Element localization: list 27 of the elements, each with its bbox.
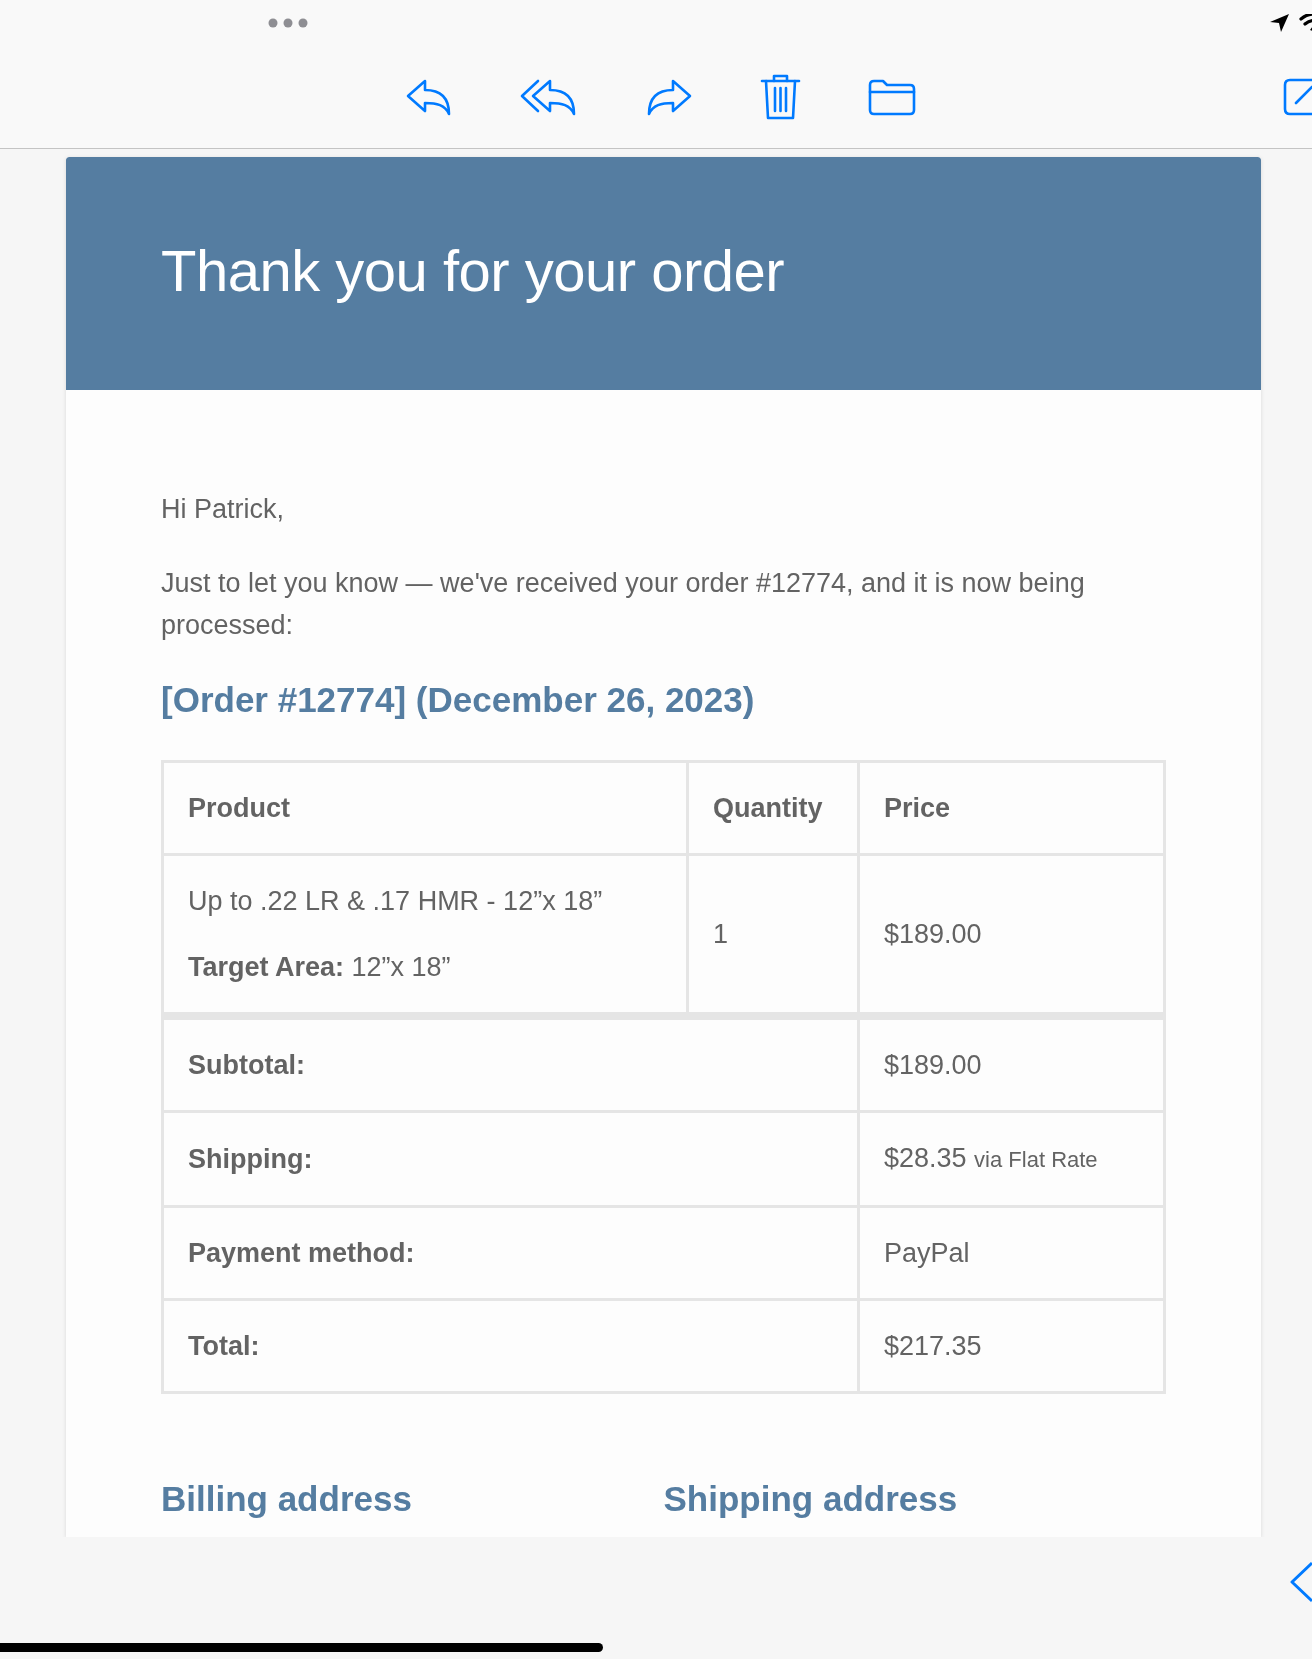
- reply-all-icon[interactable]: [520, 77, 578, 117]
- column-header: Price: [858, 761, 1165, 855]
- column-header: Quantity: [687, 761, 859, 855]
- column-header: Product: [162, 761, 688, 855]
- intro-paragraph: Just to let you know — we've received your order #12774, and it is now being processed:: [161, 567, 1086, 642]
- table-cell: Shipping:: [162, 1111, 859, 1207]
- compose-icon[interactable]: [1283, 78, 1312, 116]
- table-cell: $217.35: [858, 1299, 1165, 1393]
- reply-icon[interactable]: [405, 77, 453, 117]
- greeting-text: Hi Patrick,: [161, 493, 286, 526]
- trash-icon[interactable]: [760, 73, 801, 121]
- location-arrow-icon: [1270, 14, 1289, 32]
- forward-icon[interactable]: [645, 77, 693, 117]
- table-cell: PayPal: [858, 1206, 1165, 1300]
- folder-icon[interactable]: [868, 78, 916, 116]
- order-heading: [Order #12774] (December 26, 2023): [161, 679, 756, 721]
- more-dots-icon[interactable]: [268, 18, 308, 28]
- address-heading: Shipping address: [663, 1478, 959, 1520]
- wifi-icon: [1299, 14, 1312, 32]
- email-title: Thank you for your order: [161, 236, 785, 305]
- shipping-method-text: via Flat Rate: [974, 1147, 1098, 1172]
- address-heading: Billing address: [161, 1478, 413, 1520]
- product-option-text: Target Area: 12”x 18”: [188, 951, 452, 984]
- amount-text: $28.35: [884, 1143, 967, 1173]
- product-name: Up to .22 LR & .17 HMR - 12”x 18”: [188, 885, 604, 918]
- table-cell: Total:: [162, 1299, 859, 1393]
- table-cell: Payment method:: [162, 1206, 859, 1300]
